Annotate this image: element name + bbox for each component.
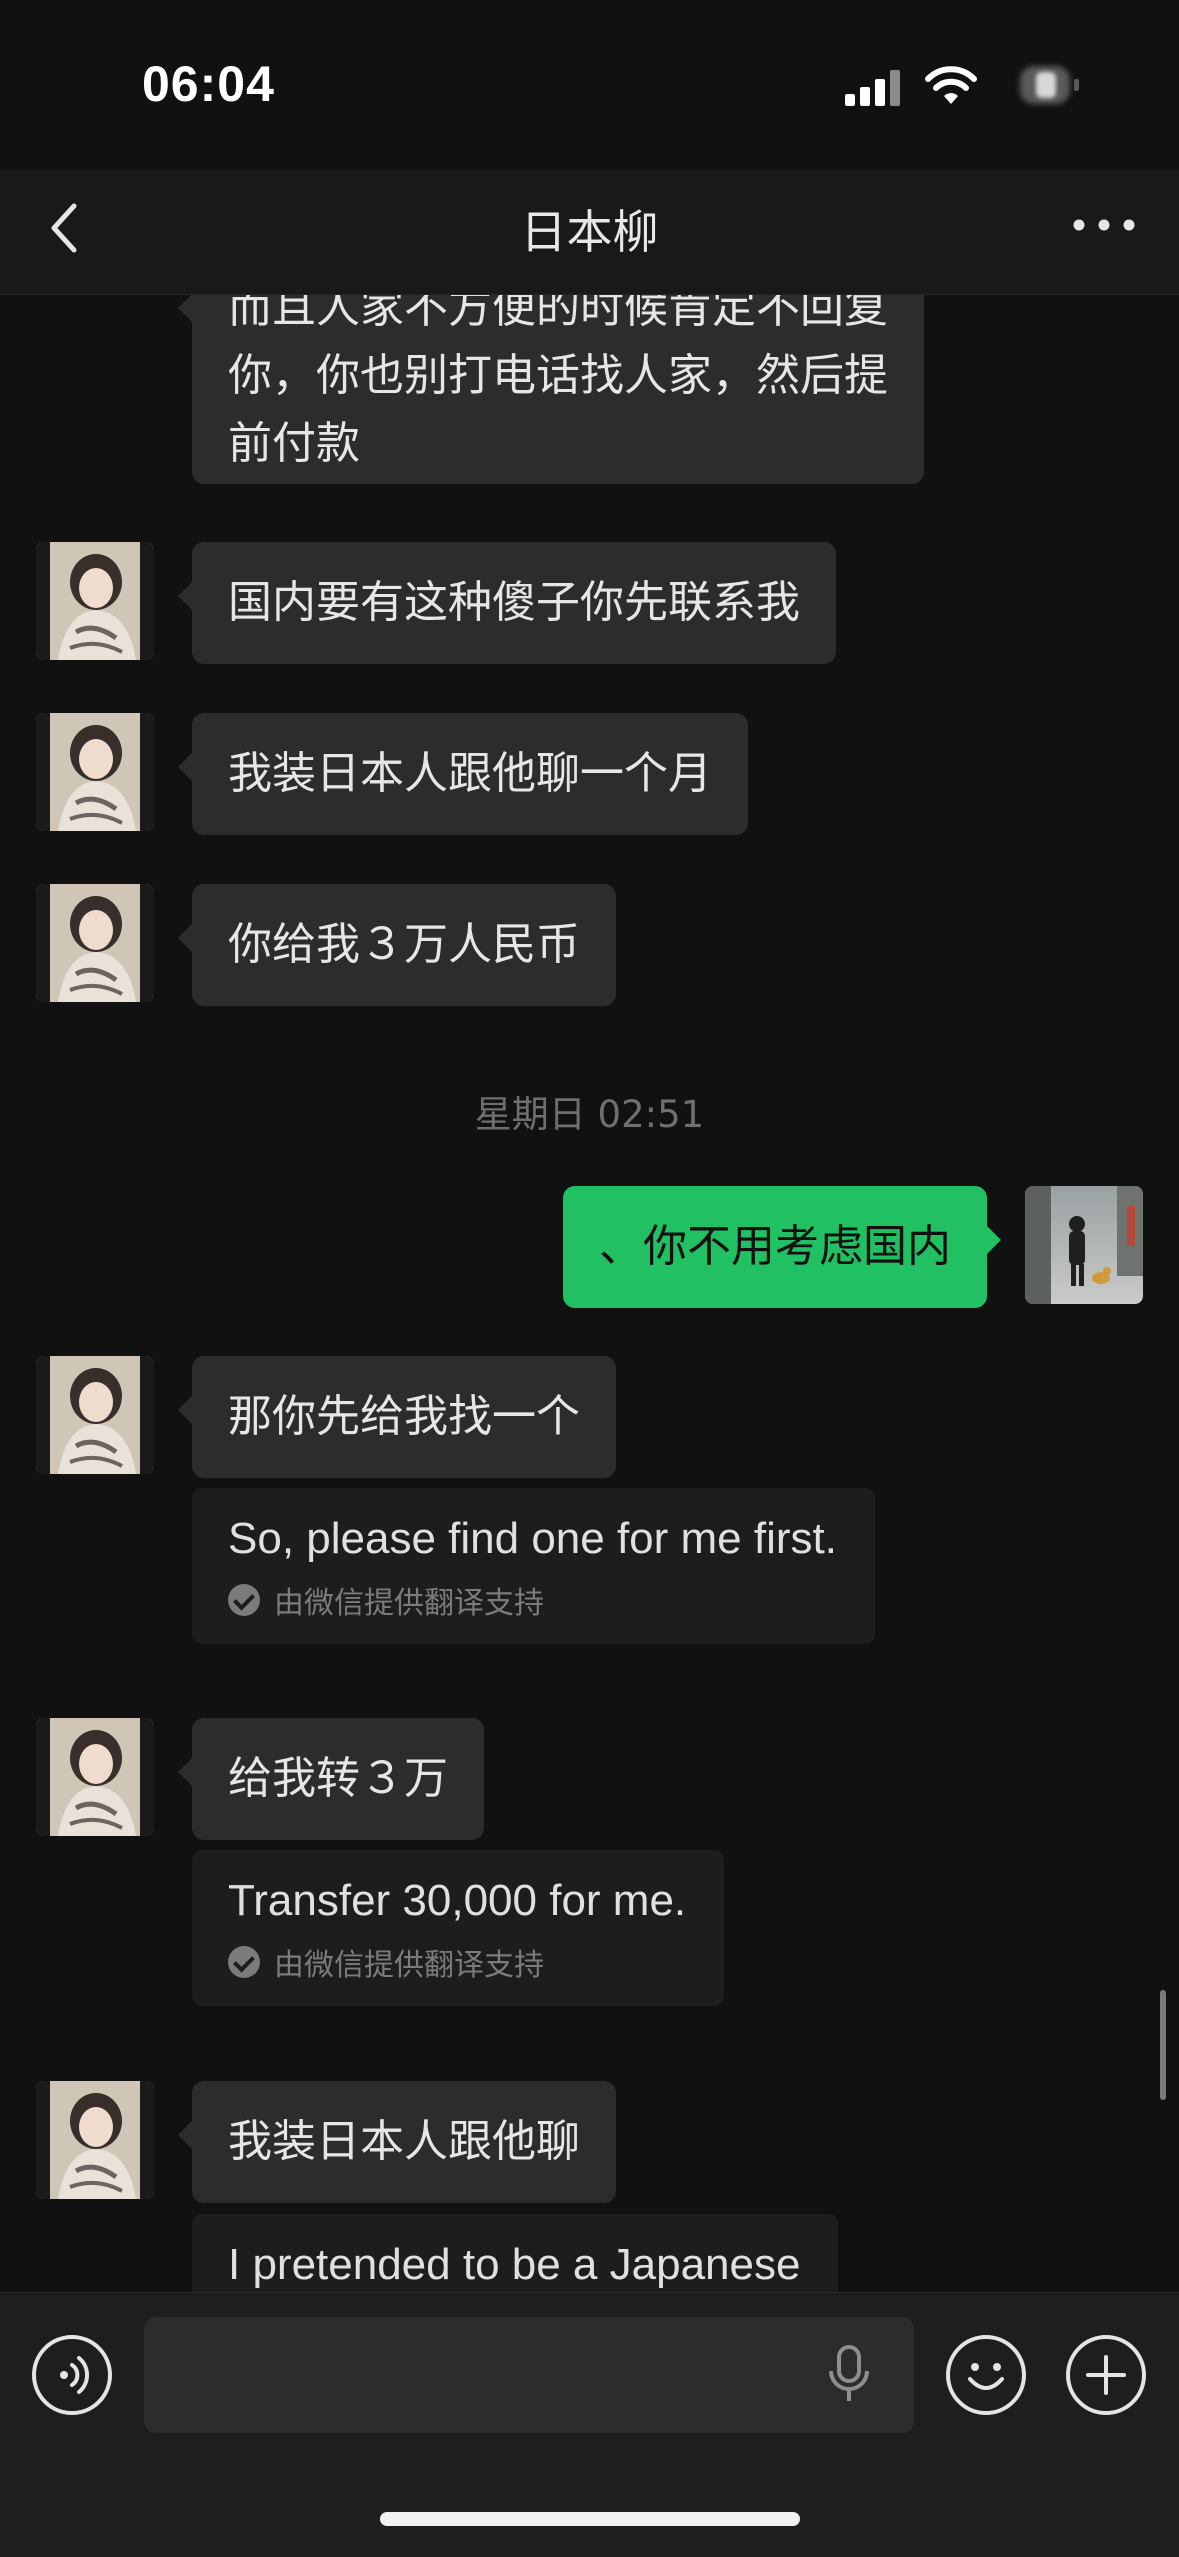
translation-card[interactable]: Transfer 30,000 for me. 由微信提供翻译支持 <box>192 1850 725 2006</box>
microphone-icon[interactable] <box>824 2343 874 2407</box>
translation-text: I pretended to be a Japanese <box>228 2240 801 2289</box>
chat-title: 日本柳 <box>520 205 659 259</box>
translation-source: 由微信提供翻译支持 <box>228 1940 686 1984</box>
message-bubble[interactable]: 国内要有这种傻子你先联系我 <box>178 542 836 664</box>
check-circle-icon <box>228 1946 260 1978</box>
message-text: 给我转３万 <box>228 1753 448 1804</box>
translation-card[interactable]: So, please find one for me first. 由微信提供翻… <box>192 1488 875 1644</box>
avatar[interactable] <box>36 884 154 1002</box>
message-text: 国内要有这种傻子你先联系我 <box>228 577 800 628</box>
my-avatar[interactable] <box>1025 1186 1143 1304</box>
message-bubble[interactable]: 而且人家不方便的时候肯定不回复 你，你也别打电话找人家，然后提 前付款 <box>178 294 924 484</box>
message-bubble[interactable]: 我装日本人跟他聊 <box>178 2081 616 2203</box>
status-bar: 06:04 <box>0 0 1179 170</box>
message-text: 、你不用考虑国内 <box>599 1221 951 1272</box>
message-bubble[interactable]: 我装日本人跟他聊一个月 <box>178 713 748 835</box>
avatar[interactable] <box>36 1356 154 1474</box>
message-line: 你，你也别打电话找人家，然后提 <box>228 350 888 401</box>
message-text: 那你先给我找一个 <box>228 1391 580 1442</box>
message-text: 你给我３万人民币 <box>228 919 580 970</box>
battery-icon <box>1020 66 1080 106</box>
message-bubble[interactable]: 给我转３万 <box>178 1718 484 1840</box>
message-list[interactable]: 而且人家不方便的时候肯定不回复 你，你也别打电话找人家，然后提 前付款 国内要有… <box>0 294 1179 2292</box>
wifi-icon <box>925 66 977 104</box>
chat-timestamp: 星期日 02:51 <box>474 1093 705 1136</box>
chat-header: 日本柳 <box>0 170 1179 295</box>
emoji-icon[interactable] <box>946 2335 1026 2415</box>
cellular-signal-icon <box>845 70 900 106</box>
translation-card[interactable]: I pretended to be a Japanese <box>192 2214 839 2292</box>
message-text: 我装日本人跟他聊一个月 <box>228 748 712 799</box>
scroll-indicator[interactable] <box>1160 1990 1166 2100</box>
translation-text: So, please find one for me first. <box>228 1514 837 1563</box>
avatar[interactable] <box>36 542 154 660</box>
more-dots-icon[interactable] <box>1069 210 1139 240</box>
message-line: 前付款 <box>228 418 360 469</box>
message-bubble[interactable]: 那你先给我找一个 <box>178 1356 616 1478</box>
message-bubble[interactable]: 你给我３万人民币 <box>178 884 616 1006</box>
avatar[interactable] <box>36 2081 154 2199</box>
check-circle-icon <box>228 1584 260 1616</box>
avatar[interactable] <box>36 1718 154 1836</box>
message-input[interactable] <box>144 2317 914 2433</box>
outgoing-message-bubble[interactable]: 、你不用考虑国内 <box>563 1186 1001 1308</box>
avatar[interactable] <box>36 713 154 831</box>
voice-icon[interactable] <box>32 2335 112 2415</box>
message-text: 我装日本人跟他聊 <box>228 2116 580 2167</box>
status-time: 06:04 <box>142 56 275 112</box>
translation-source-label: 由微信提供翻译支持 <box>274 1948 544 1983</box>
translation-text: Transfer 30,000 for me. <box>228 1876 687 1925</box>
translation-source-label: 由微信提供翻译支持 <box>274 1586 544 1621</box>
message-line: 而且人家不方便的时候肯定不回复 <box>228 294 888 333</box>
translation-source: 由微信提供翻译支持 <box>228 1578 837 1622</box>
plus-icon[interactable] <box>1066 2335 1146 2415</box>
home-indicator[interactable] <box>380 2512 800 2526</box>
